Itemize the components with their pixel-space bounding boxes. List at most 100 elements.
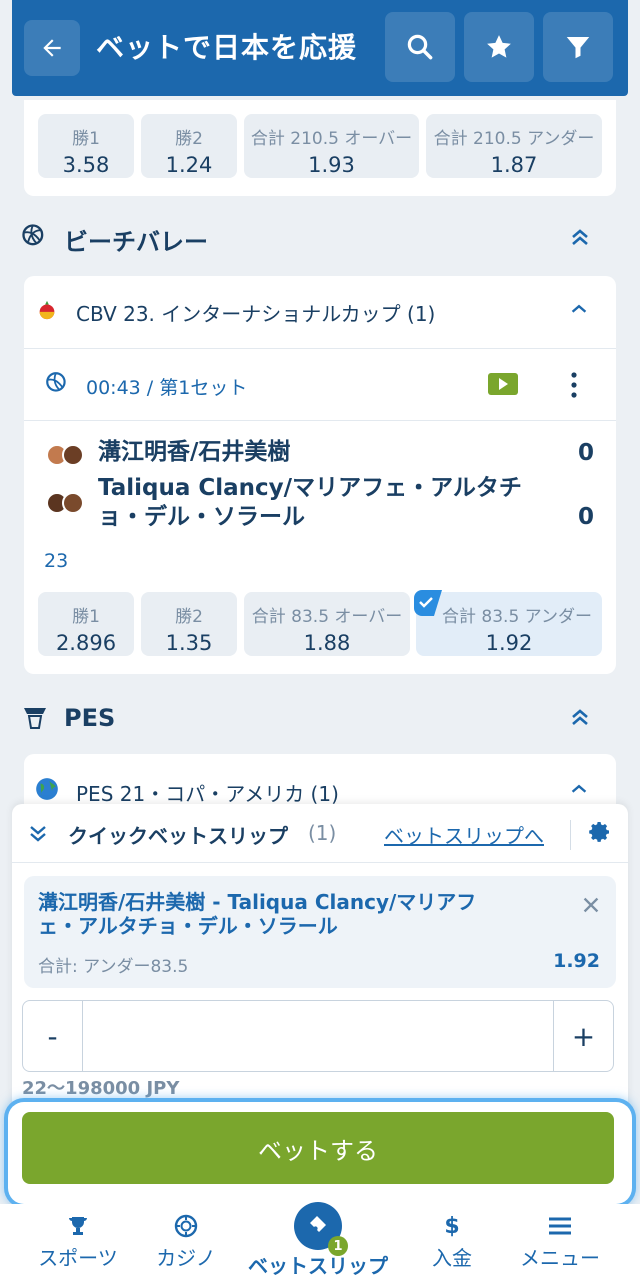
team-1-score: 0	[578, 440, 595, 466]
double-chevron-up-icon	[572, 229, 588, 245]
back-button[interactable]	[24, 20, 80, 76]
prev-match-card: 勝1 3.58 勝2 1.24 合計 210.5 オーバー 1.93 合計 21…	[24, 100, 616, 196]
section-title-beach-volleyball: ビーチバレー	[64, 228, 208, 256]
divider	[12, 862, 628, 863]
bottom-nav: スポーツ カジノ 1 ベットスリップ $ 入金 メニュー	[0, 1202, 640, 1280]
odd-label: 勝2	[175, 129, 203, 149]
league-name: CBV 23. インターナショナルカップ (1)	[76, 302, 436, 326]
nav-label: ベットスリップ	[248, 1254, 388, 1278]
stake-input[interactable]	[83, 1001, 553, 1071]
odd-value: 2.896	[55, 631, 117, 655]
decrease-stake-button[interactable]: -	[23, 1001, 83, 1071]
nav-casino[interactable]: カジノ	[146, 1214, 226, 1271]
stake-input-group: - +	[22, 1000, 614, 1072]
nav-menu[interactable]: メニュー	[508, 1214, 612, 1271]
league-card: CBV 23. インターナショナルカップ (1) 00:43 / 第1セット 溝…	[24, 276, 616, 674]
odd-label: 合計 83.5 オーバー	[251, 607, 403, 627]
odd-button-selected[interactable]: 合計 83.5 アンダー 1.92	[416, 592, 602, 656]
nav-label: スポーツ	[38, 1246, 118, 1270]
slip-title: クイックベットスリップ	[68, 824, 288, 848]
odd-button[interactable]: 勝1 2.896	[38, 592, 134, 656]
collapse-section-button[interactable]	[568, 224, 592, 256]
odd-value: 1.35	[165, 631, 213, 655]
odd-value: 3.58	[62, 153, 110, 177]
favorites-button[interactable]	[464, 12, 534, 82]
odd-label: 勝1	[72, 129, 100, 149]
collapse-slip-button[interactable]	[26, 822, 50, 850]
divider	[24, 420, 616, 421]
odd-label: 合計 83.5 アンダー	[442, 607, 592, 627]
gear-icon	[589, 822, 609, 842]
settings-button[interactable]	[588, 820, 612, 848]
search-icon	[407, 34, 433, 60]
team-1-name: 溝江明香/石井美樹	[98, 439, 291, 465]
globe-icon	[36, 778, 58, 800]
nav-sports[interactable]: スポーツ	[30, 1214, 126, 1271]
nav-label: 入金	[432, 1246, 472, 1270]
odd-label: 勝1	[72, 607, 100, 627]
double-chevron-up-icon	[572, 709, 588, 725]
odd-value: 1.92	[485, 631, 533, 655]
chevron-up-icon[interactable]	[568, 778, 590, 806]
collapse-section-button[interactable]	[568, 704, 592, 736]
section-title-pes: PES	[64, 704, 116, 732]
odd-button[interactable]: 勝2 1.24	[141, 114, 237, 178]
divider	[570, 820, 571, 850]
odd-button[interactable]: 合計 210.5 オーバー 1.93	[244, 114, 419, 178]
close-icon	[583, 897, 599, 913]
nav-betslip[interactable]: ベットスリップ	[240, 1250, 396, 1279]
kebab-menu-icon	[571, 372, 577, 398]
odd-value: 1.87	[490, 153, 538, 177]
odd-value: 1.93	[308, 153, 355, 177]
match-extra-info: 23	[44, 550, 69, 572]
team-2-name: Taliqua Clancy/マリアフェ・アルタチョ・デル・ソラール	[98, 475, 522, 530]
arrow-left-icon	[43, 39, 61, 57]
odd-button[interactable]: 勝2 1.35	[141, 592, 237, 656]
bet-event-name: 溝江明香/石井美樹 - Taliqua Clancy/マリアフェ・アルタチョ・デ…	[38, 890, 477, 938]
bet-odd: 1.92	[553, 950, 600, 972]
page-title: ベットで日本を応援	[96, 31, 358, 64]
league-header[interactable]: CBV 23. インターナショナルカップ (1)	[24, 276, 616, 346]
play-icon	[499, 378, 508, 390]
pes-icon	[24, 708, 46, 729]
odd-label: 合計 210.5 アンダー	[433, 129, 595, 149]
odd-button[interactable]: 合計 83.5 オーバー 1.88	[244, 592, 410, 656]
nav-label: メニュー	[520, 1246, 600, 1270]
bet-selection-card: 溝江明香/石井美樹 - Taliqua Clancy/マリアフェ・アルタチョ・デ…	[24, 876, 616, 988]
chevron-up-icon[interactable]	[568, 298, 590, 326]
double-chevron-down-icon	[30, 826, 46, 842]
place-bet-container: ベットする	[8, 1102, 632, 1204]
increase-stake-button[interactable]: +	[553, 1001, 613, 1071]
odd-button[interactable]: 合計 210.5 アンダー 1.87	[426, 114, 602, 178]
team-2-score: 0	[578, 504, 595, 530]
nav-label: カジノ	[156, 1246, 216, 1270]
player-avatar	[62, 492, 84, 514]
trophy-icon	[30, 1214, 126, 1240]
nav-deposit[interactable]: $ 入金	[412, 1214, 492, 1271]
dollar-icon: $	[444, 1214, 460, 1239]
volleyball-icon	[46, 372, 66, 392]
volleyball-icon	[22, 224, 44, 246]
live-video-button[interactable]	[488, 373, 518, 395]
place-bet-button[interactable]: ベットする	[22, 1112, 614, 1184]
bet-market: 合計: アンダー83.5	[38, 957, 189, 977]
league-name: PES 21・コパ・アメリカ (1)	[76, 782, 339, 806]
more-options-button[interactable]	[564, 370, 584, 400]
player-avatar	[62, 444, 84, 466]
odd-label: 勝2	[175, 607, 203, 627]
filter-icon	[566, 37, 590, 59]
odd-button[interactable]: 勝1 3.58	[38, 114, 134, 178]
top-header: ベットで日本を応援	[12, 0, 628, 96]
go-to-betslip-link[interactable]: ベットスリップへ	[384, 820, 544, 849]
search-button[interactable]	[385, 12, 455, 82]
slip-count: (1)	[308, 821, 337, 845]
remove-bet-button[interactable]	[580, 894, 602, 920]
league-flag-icon	[39, 300, 55, 320]
odd-value: 1.88	[303, 631, 351, 655]
selected-check-icon	[414, 590, 442, 616]
star-icon	[487, 35, 511, 58]
stake-range: 22～198000 JPY	[22, 1078, 180, 1099]
filter-button[interactable]	[543, 12, 613, 82]
divider	[24, 348, 616, 349]
odd-label: 合計 210.5 オーバー	[250, 129, 413, 149]
